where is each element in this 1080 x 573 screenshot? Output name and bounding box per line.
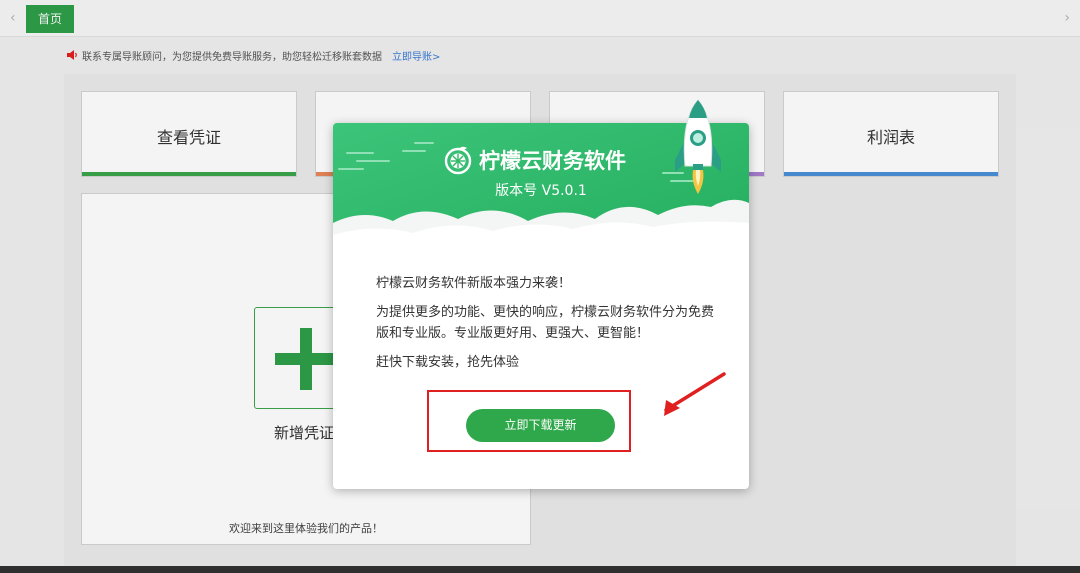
- rocket-icon: [675, 99, 721, 194]
- taskbar-strip: [0, 566, 1080, 573]
- announcement-line: 柠檬云财务软件新版本强力来袭！: [376, 276, 572, 291]
- description-text: 为提供更多的功能、更快的响应，柠檬云财务软件分为免费版和专业版。专业版更好用、更…: [376, 305, 715, 341]
- app-window: ‹ 首页 › 联系专属导账顾问，为您提供免费导账服务，助您轻松迁移账套数据 立即…: [0, 0, 1080, 566]
- annotation-arrow-icon: [664, 372, 726, 416]
- lemon-logo-icon: [444, 146, 472, 175]
- dialog-title-row: 柠檬云财务软件: [443, 145, 626, 175]
- dialog-title: 柠檬云财务软件: [479, 149, 626, 173]
- annotation-highlight-box: [427, 390, 631, 452]
